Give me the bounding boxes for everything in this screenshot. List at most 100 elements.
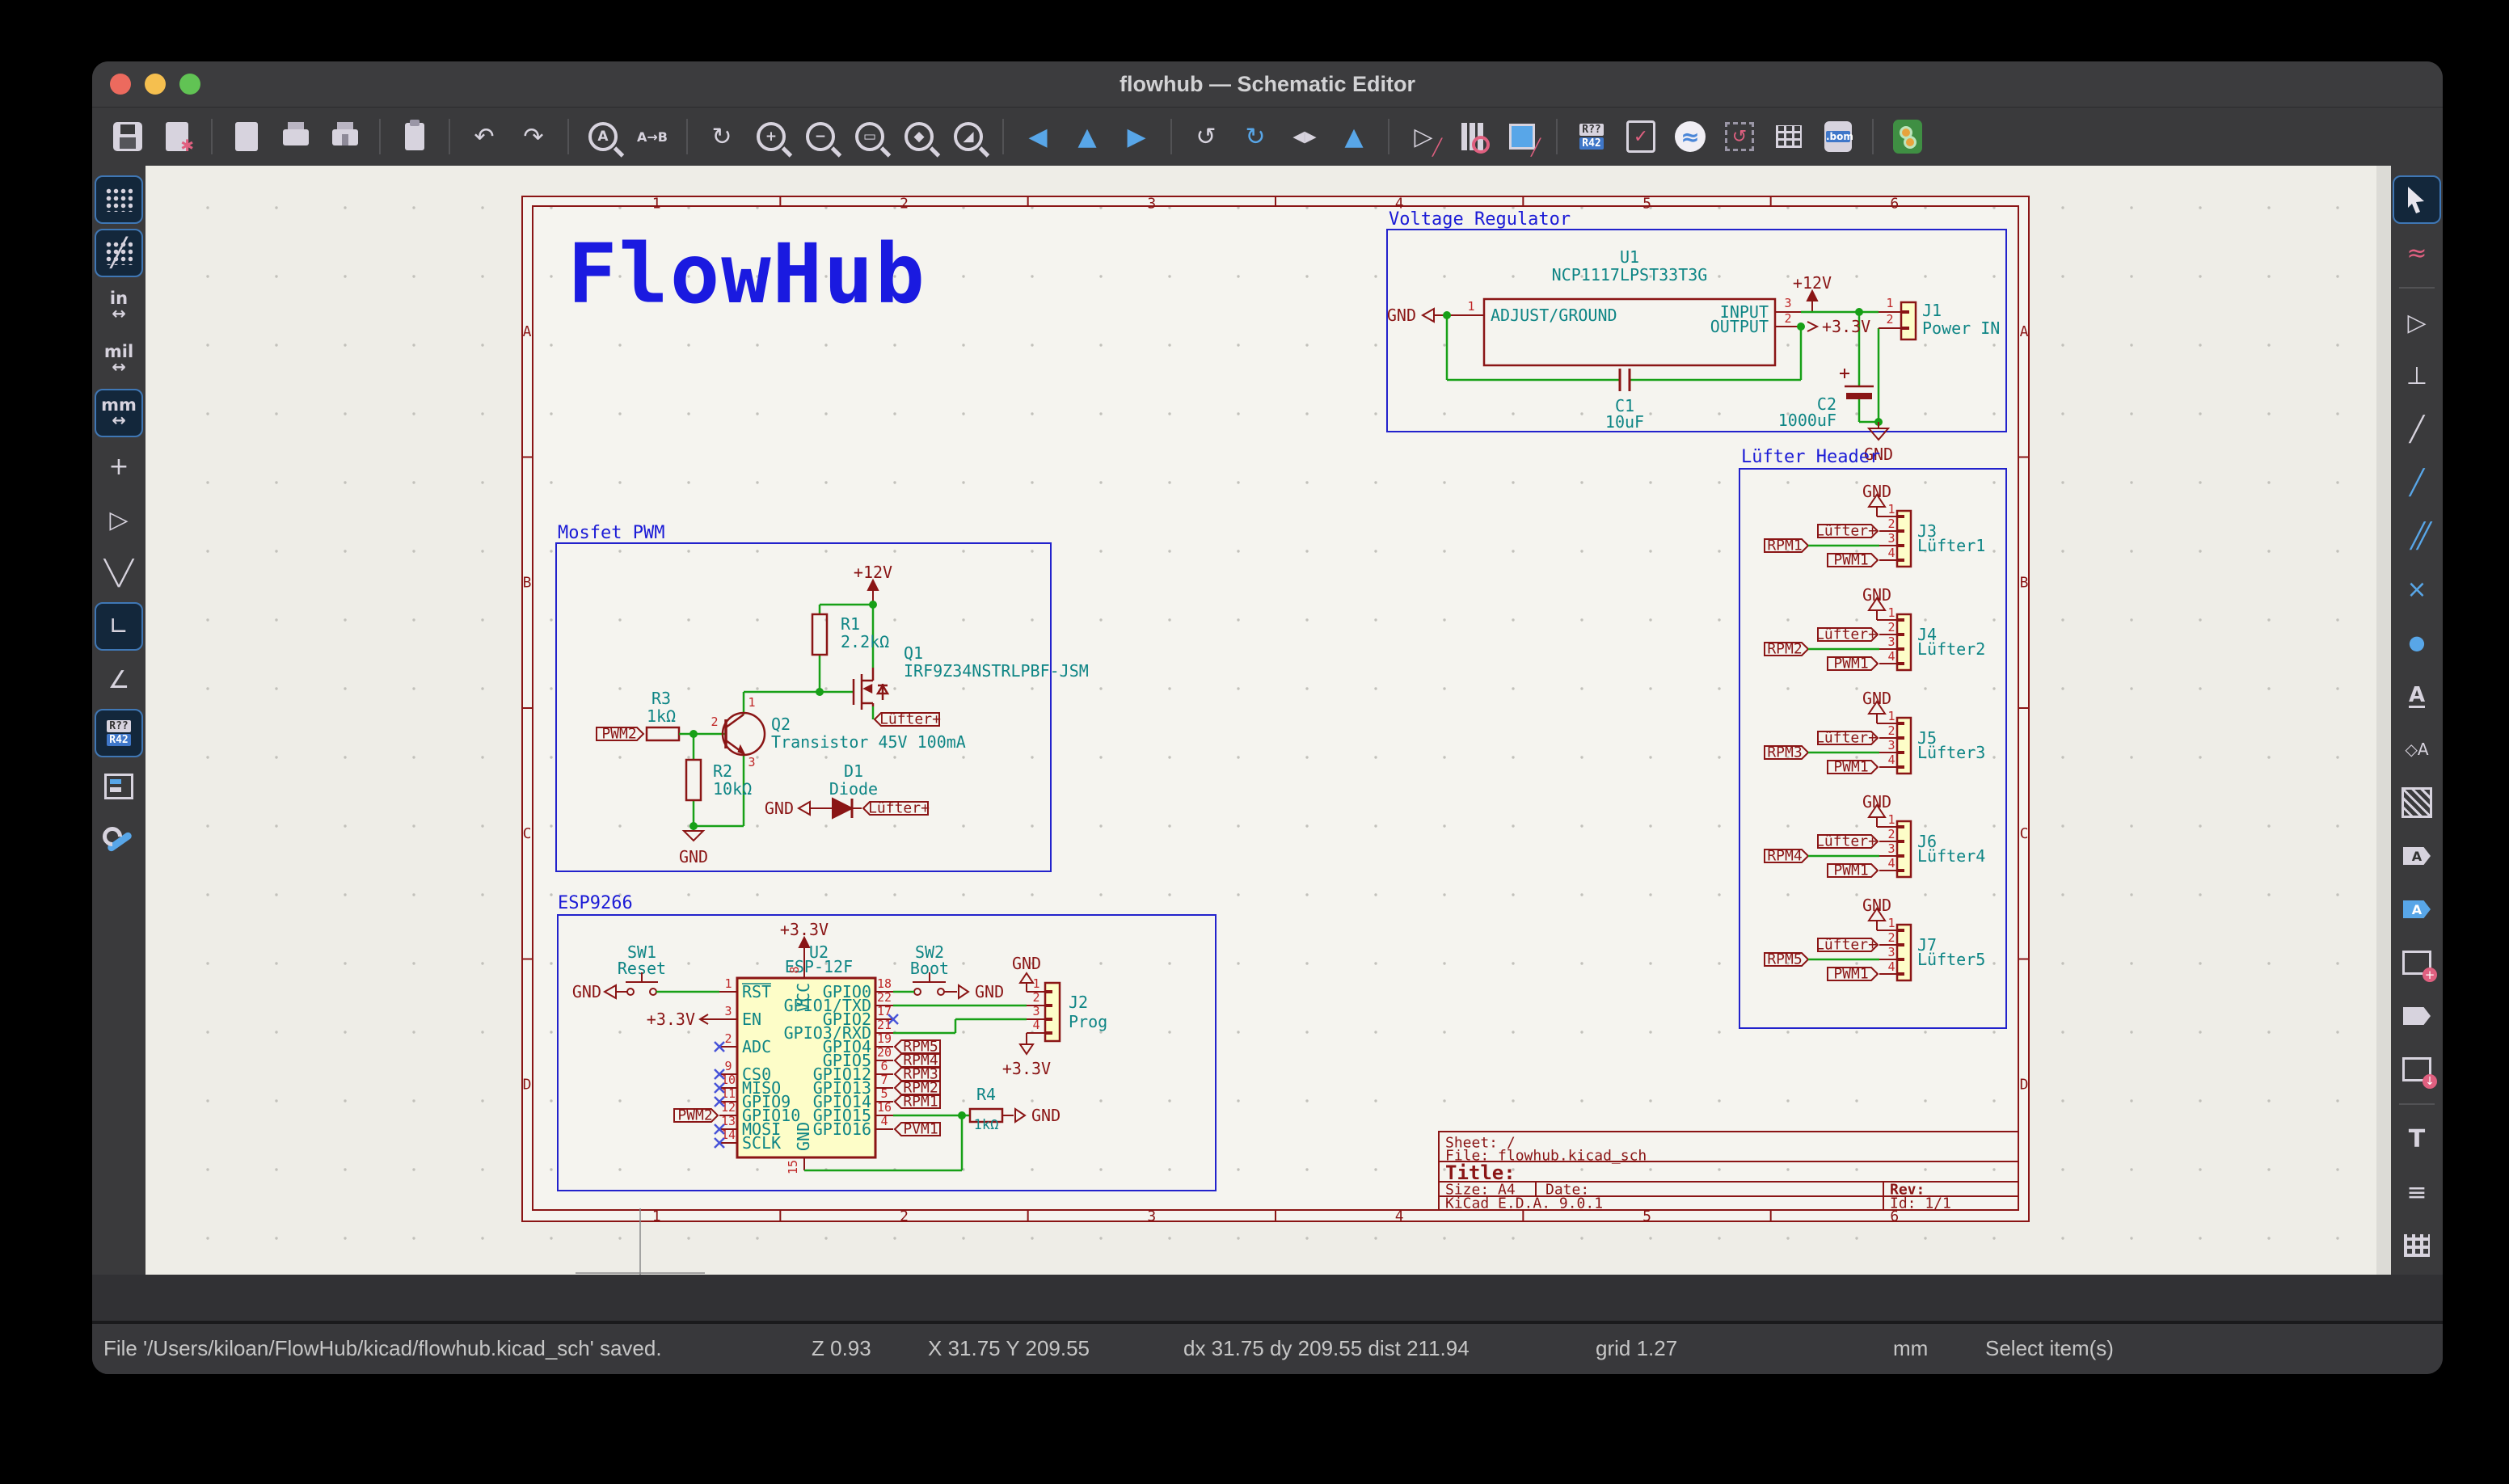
close-button[interactable] [110,74,131,95]
rpm-label[interactable]: RPM1 [1767,538,1802,554]
r4-ref[interactable]: R4 [976,1085,996,1104]
q1-value[interactable]: IRF9Z34NSTRLPBF-JSM [904,661,1089,681]
j2-ref[interactable]: J2 [1069,993,1088,1012]
section-label[interactable]: Voltage Regulator [1389,209,1571,230]
lufter-label[interactable]: Lüfter+ [1815,730,1877,747]
zoom-in-button[interactable]: + [750,116,792,158]
zoom-out-button[interactable]: − [799,116,841,158]
save-button[interactable] [107,116,149,158]
connector-body[interactable] [1895,509,1912,568]
line-90-button[interactable]: ∟ [95,602,143,651]
c1-value[interactable]: 10uF [1605,412,1644,432]
minimize-button[interactable] [145,74,166,95]
gnd-label[interactable]: GND [1862,689,1891,708]
gnd-label[interactable]: GND [1862,792,1891,812]
u1-value[interactable]: NCP1117LPST33T3G [1552,265,1708,285]
mirror-horizontal-button[interactable]: ◀▶ [1284,116,1326,158]
undo-button[interactable]: ↶ [463,116,505,158]
nav-back-button[interactable]: ◀ [1017,116,1059,158]
rpm-label[interactable]: RPM3 [1767,744,1802,761]
assign-footprints-button[interactable]: ↺ [1718,116,1761,158]
pvm1-label[interactable]: PVM1 [903,1121,938,1138]
j1-ref[interactable]: J1 [1922,301,1942,320]
r3-ref[interactable]: R3 [651,689,671,708]
find-button[interactable]: A [582,116,624,158]
rotate-cw-button[interactable]: ↻ [1234,116,1276,158]
gnd-label[interactable]: GND [765,799,794,818]
u1-ref[interactable]: U1 [1620,247,1639,267]
titlebar[interactable]: flowhub — Schematic Editor [92,61,2443,108]
section-label[interactable]: Lüfter Header [1741,447,1880,467]
connector-body[interactable] [1895,716,1912,775]
unit-inches-button[interactable]: in ↔ [96,284,141,329]
gnd-label[interactable]: GND [572,982,601,1001]
annotate-auto-button[interactable]: R?? R42 [95,709,143,757]
c2-value[interactable]: 1000uF [1778,411,1836,430]
p33-label[interactable]: +3.3V [647,1010,695,1029]
pcb-editor-button[interactable] [1887,116,1929,158]
vertical-scrollbar[interactable] [2376,166,2391,1275]
j2-value[interactable]: Prog [1069,1012,1107,1031]
gnd-label[interactable]: GND [1862,482,1891,501]
zoom-selection-button[interactable]: ◢ [947,116,989,158]
symbol-editor-button[interactable]: ▷ [1402,116,1444,158]
zoom-page-button[interactable]: ▭ [849,116,891,158]
print-button[interactable] [226,116,268,158]
paste-button[interactable] [394,116,436,158]
unit-mils-button[interactable]: mil ↔ [96,337,141,382]
r1-ref[interactable]: R1 [841,614,860,634]
bus-entry-button[interactable]: ╱╱ [2394,513,2439,559]
zoom-objects-button[interactable]: ◆ [898,116,940,158]
highlight-net-button[interactable]: ≈ [2394,230,2439,276]
draw-textbox-button[interactable]: ≡ [2394,1170,2439,1215]
connector-body[interactable] [1895,820,1912,879]
global-label-button[interactable]: A [2394,833,2439,879]
hidden-pins-button[interactable]: ▷ [96,497,141,542]
pwm-label[interactable]: PWM1 [1833,552,1868,569]
rpm-label[interactable]: RPM4 [1767,848,1802,865]
net-label-button[interactable]: A [2394,673,2439,719]
place-power-button[interactable]: ⊥ [2394,353,2439,398]
rotate-ccw-button[interactable]: ↺ [1185,116,1227,158]
draw-wire-button[interactable]: ╱ [2394,407,2439,452]
connector-value[interactable]: Lüfter4 [1917,846,1985,866]
sheet-pin-button[interactable] [2394,993,2439,1039]
directive-label-button[interactable]: ◇A [2394,727,2439,772]
p33-label[interactable]: +3.3V [1002,1059,1051,1078]
connector-body[interactable] [1895,923,1912,982]
line-45-button[interactable]: ∠ [96,657,141,702]
erc-button[interactable]: ✓ [1620,116,1662,158]
lufter-label[interactable]: Lüfter+ [1815,626,1877,643]
footprint-editor-button[interactable] [1501,116,1543,158]
gnd-label[interactable]: GND [1012,954,1041,973]
r2-ref[interactable]: R2 [713,761,732,781]
pwm-label[interactable]: PWM1 [1833,862,1868,879]
find-replace-button[interactable]: A→B [631,116,673,158]
printer-button[interactable] [275,116,317,158]
page-settings-button[interactable] [156,116,198,158]
unit-mm-button[interactable]: mm ↔ [95,389,143,437]
pwm-label[interactable]: PWM1 [1833,966,1868,983]
grid-dots-button[interactable] [95,175,143,224]
draw-bus-button[interactable]: ╱ [2394,460,2439,505]
fields-table-button[interactable] [1768,116,1810,158]
mirror-vertical-button[interactable]: ▲ [1333,116,1375,158]
d1-ref[interactable]: D1 [844,761,863,781]
connector-value[interactable]: Lüfter5 [1917,950,1985,969]
q1-ref[interactable]: Q1 [904,643,923,663]
draw-table-button[interactable] [2394,1223,2439,1268]
pwm2-label[interactable]: PWM2 [677,1107,712,1124]
draw-text-button[interactable]: T [2394,1116,2439,1161]
j1-value[interactable]: Power IN [1922,318,2000,338]
redo-button[interactable]: ↷ [512,116,555,158]
connector-value[interactable]: Lüfter3 [1917,743,1985,762]
lufter-label[interactable]: Lüfter+ [879,711,941,728]
junction-button[interactable]: ● [2394,620,2439,665]
connector-value[interactable]: Lüfter2 [1917,639,1985,659]
hierarchical-label-button[interactable]: A [2394,887,2439,932]
line-free-angle-button[interactable]: ╲╱ [96,550,141,596]
lufter-label[interactable]: Lüfter+ [1815,833,1877,850]
nav-up-button[interactable]: ▲ [1066,116,1108,158]
hierarchy-navigator-button[interactable] [96,764,141,809]
status-units[interactable]: mm [1893,1336,1928,1361]
